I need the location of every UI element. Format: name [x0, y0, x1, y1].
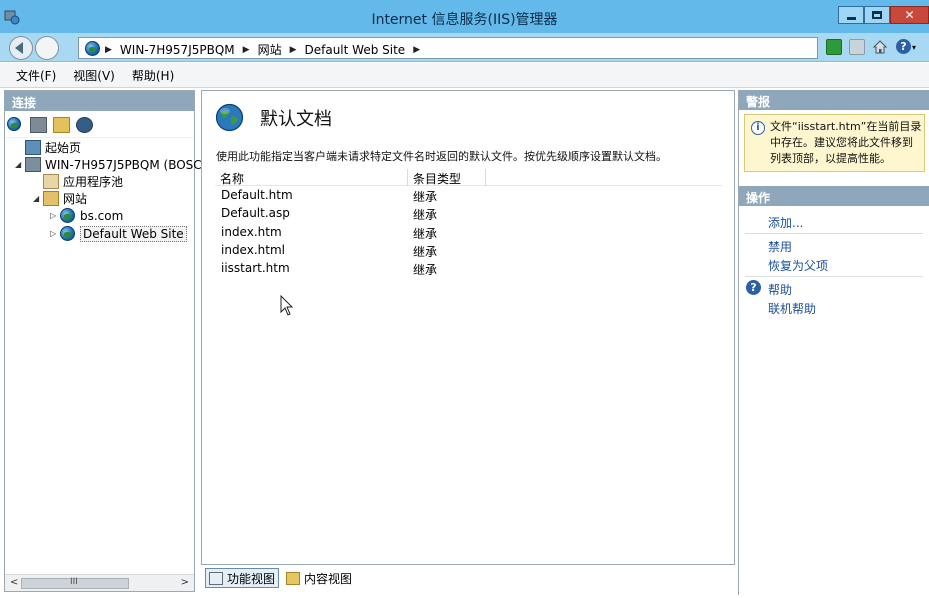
tree-item-start-page[interactable]: 起始页: [15, 139, 81, 156]
forward-button[interactable]: [35, 36, 59, 60]
expand-arrow-icon[interactable]: ▷: [50, 229, 60, 238]
list-header: 名称 条目类型: [215, 169, 722, 186]
connect-globe-icon[interactable]: [7, 116, 24, 133]
address-bar: ▶ WIN-7H957J5PBQM ▶ 网站 ▶ Default Web Sit…: [0, 33, 929, 62]
home-icon[interactable]: [872, 39, 888, 55]
list-item[interactable]: Default.htm 继承: [215, 186, 722, 204]
minimize-button[interactable]: [838, 6, 864, 24]
globe-icon: [60, 208, 76, 223]
list-item[interactable]: index.htm 继承: [215, 223, 722, 241]
actions-header: 操作: [739, 186, 929, 206]
list-item[interactable]: index.html 继承: [215, 241, 722, 259]
feature-description: 使用此功能指定当客户端未请求特定文件名时返回的默认文件。按优先级顺序设置默认文档…: [216, 150, 667, 163]
alerts-header: 警报: [739, 90, 929, 110]
connections-header: 连接: [5, 91, 194, 111]
save-icon[interactable]: [30, 116, 47, 133]
connections-panel: 连接 起始页 ◢ WIN-7H957J5PBQM (BOSC 应用程序池 ◢ 网…: [4, 90, 202, 592]
entry-type: 继承: [413, 226, 438, 241]
expand-arrow-icon[interactable]: ▷: [50, 211, 60, 220]
column-header-entry-type[interactable]: 条目类型: [413, 170, 461, 187]
tab-features-view[interactable]: 功能视图: [205, 568, 280, 588]
back-button[interactable]: [9, 36, 33, 60]
menu-file[interactable]: 文件(F): [16, 67, 56, 84]
alert-message-box: i 文件“iisstart.htm”在当前目录中存在。建议您将此文件移到列表顶部…: [744, 114, 925, 172]
back-arrow-icon: [15, 42, 23, 54]
list-item[interactable]: iisstart.htm 继承: [215, 259, 722, 277]
disconnect-icon[interactable]: [76, 116, 93, 133]
document-name: index.html: [221, 242, 285, 257]
page-title: 默认文档: [260, 109, 332, 130]
scroll-right-arrow-icon[interactable]: >: [181, 577, 189, 588]
title-bar: Internet 信息服务(IIS)管理器 ✕: [0, 0, 929, 33]
close-button[interactable]: ✕: [890, 6, 929, 24]
info-icon: i: [751, 121, 765, 135]
refresh-icon[interactable]: [826, 39, 842, 55]
entry-type: 继承: [413, 263, 438, 278]
menu-bar: 文件(F) 视图(V) 帮助(H): [0, 63, 929, 88]
breadcrumb-separator: ▶: [289, 44, 297, 55]
collapse-arrow-icon[interactable]: ◢: [15, 160, 25, 169]
document-name: index.htm: [221, 224, 282, 239]
maximize-icon: [865, 7, 889, 23]
default-document-globe-icon: [215, 103, 244, 132]
help-dropdown-icon[interactable]: ? ▾: [896, 39, 916, 55]
breadcrumb-separator: ▶: [105, 44, 112, 55]
window-title: Internet 信息服务(IIS)管理器: [371, 12, 558, 28]
breadcrumb-separator: ▶: [242, 44, 250, 55]
entry-type: 继承: [413, 190, 438, 204]
globe-icon: [60, 226, 76, 241]
online-help-link[interactable]: 联机帮助: [768, 300, 816, 317]
server-icon: [25, 157, 41, 172]
help-link[interactable]: 帮助: [768, 281, 792, 298]
start-page-icon: [25, 140, 41, 155]
document-name: iisstart.htm: [221, 261, 290, 276]
connections-toolbar: [5, 112, 194, 138]
help-icon: ?: [746, 280, 761, 295]
entry-type: 继承: [413, 244, 438, 259]
revert-to-parent-link[interactable]: 恢复为父项: [768, 257, 828, 274]
actions-divider: [745, 233, 923, 234]
actions-divider: [745, 276, 923, 277]
alert-message: 文件“iisstart.htm”在当前目录中存在。建议您将此文件移到列表顶部，以…: [770, 120, 922, 165]
actions-panel: 警报 i 文件“iisstart.htm”在当前目录中存在。建议您将此文件移到列…: [738, 90, 929, 595]
list-item[interactable]: Default.asp 继承: [215, 204, 722, 222]
view-tabs: 功能视图 内容视图: [201, 567, 735, 589]
minimize-icon: [839, 7, 863, 23]
tree-item-default-web-site[interactable]: ▷ Default Web Site: [50, 225, 187, 242]
breadcrumb-site[interactable]: Default Web Site: [305, 43, 406, 57]
horizontal-scrollbar[interactable]: < III >: [5, 574, 194, 591]
stop-icon[interactable]: [849, 39, 865, 55]
app-pool-icon: [43, 174, 59, 189]
tab-content-view[interactable]: 内容视图: [283, 568, 355, 588]
default-documents-list: 名称 条目类型 Default.htm 继承 Default.asp 继承 in…: [215, 169, 722, 277]
collapse-arrow-icon[interactable]: ◢: [33, 194, 43, 203]
disable-link[interactable]: 禁用: [768, 238, 792, 255]
up-folder-icon[interactable]: [53, 116, 70, 133]
scroll-grip: III: [70, 577, 78, 587]
tree-item-sites[interactable]: ◢ 网站: [33, 190, 87, 207]
column-header-name[interactable]: 名称: [220, 170, 244, 187]
tree-item-bs-com[interactable]: ▷ bs.com: [50, 207, 123, 224]
breadcrumb-server[interactable]: WIN-7H957J5PBQM: [120, 43, 235, 57]
globe-icon: [85, 41, 100, 56]
menu-help[interactable]: 帮助(H): [132, 67, 174, 84]
scroll-thumb[interactable]: III: [21, 577, 129, 589]
sites-folder-icon: [43, 191, 59, 206]
breadcrumb[interactable]: ▶ WIN-7H957J5PBQM ▶ 网站 ▶ Default Web Sit…: [78, 37, 818, 59]
tree-item-app-pools[interactable]: 应用程序池: [33, 173, 123, 190]
breadcrumb-separator: ▶: [413, 44, 421, 55]
scroll-left-arrow-icon[interactable]: <: [10, 577, 18, 588]
document-name: Default.htm: [221, 188, 293, 202]
content-view-icon: [286, 571, 301, 585]
feature-panel: 默认文档 使用此功能指定当客户端未请求特定文件名时返回的默认文件。按优先级顺序设…: [201, 90, 735, 565]
entry-type: 继承: [413, 208, 438, 223]
features-view-icon: [209, 571, 223, 585]
maximize-button[interactable]: [864, 6, 890, 24]
close-icon: ✕: [904, 8, 915, 22]
breadcrumb-sites[interactable]: 网站: [258, 41, 282, 58]
menu-view[interactable]: 视图(V): [73, 67, 115, 84]
document-name: Default.asp: [221, 206, 290, 221]
tree-item-server[interactable]: ◢ WIN-7H957J5PBQM (BOSC: [15, 156, 202, 173]
add-link[interactable]: 添加...: [768, 214, 803, 231]
